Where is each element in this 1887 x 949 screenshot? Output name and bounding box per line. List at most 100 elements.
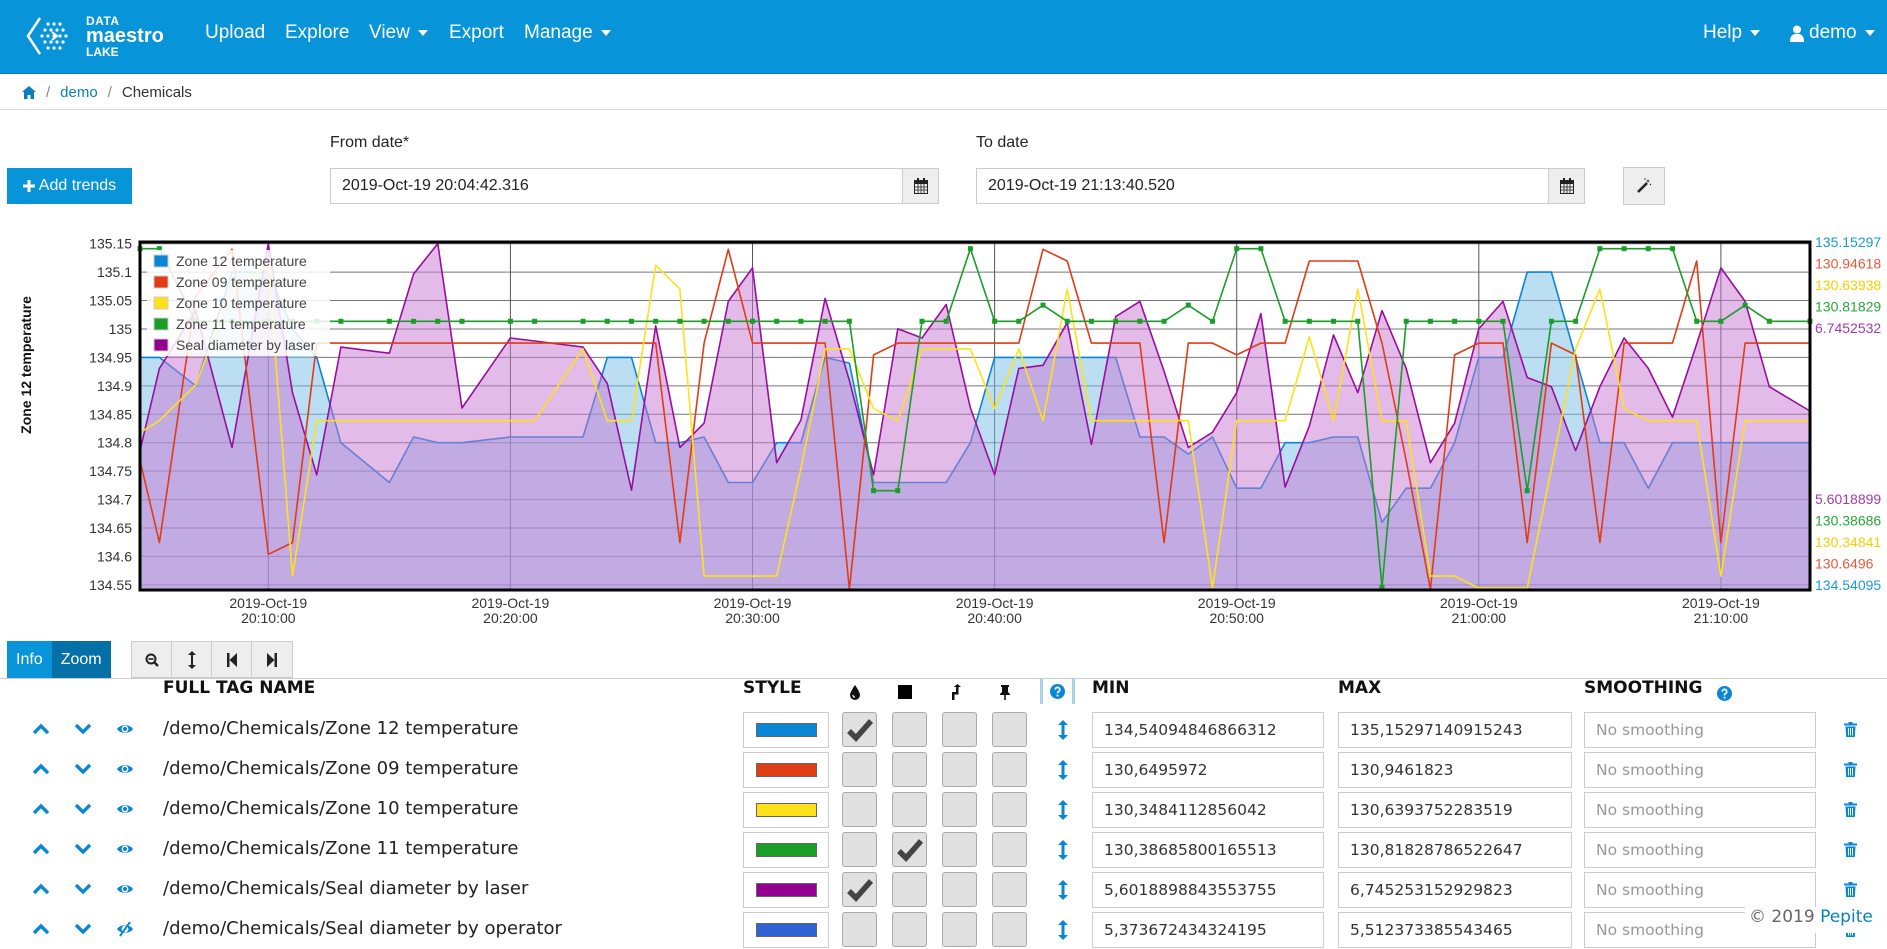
move-up-icon[interactable] <box>32 880 50 898</box>
area-checkbox[interactable] <box>892 712 927 747</box>
step-checkbox[interactable] <box>942 872 977 907</box>
step-backward-button[interactable] <box>212 642 252 677</box>
style-picker[interactable] <box>743 872 829 908</box>
area-checkbox[interactable] <box>892 912 927 947</box>
to-date-calendar-button[interactable] <box>1548 169 1584 203</box>
tag-name[interactable]: /demo/Chemicals/Seal diameter by laser <box>163 878 528 899</box>
style-picker[interactable] <box>743 712 829 748</box>
max-input[interactable] <box>1338 752 1572 788</box>
area-checkbox[interactable] <box>892 832 927 867</box>
nav-user-dropdown[interactable]: demo <box>1790 22 1875 44</box>
smoothing-input[interactable] <box>1584 792 1816 828</box>
tag-name[interactable]: /demo/Chemicals/Zone 11 temperature <box>163 838 518 859</box>
vertical-resize-icon[interactable] <box>1057 880 1069 900</box>
smoothing-input[interactable] <box>1584 712 1816 748</box>
fill-checkbox[interactable] <box>842 912 877 947</box>
pin-checkbox[interactable] <box>992 712 1027 747</box>
step-checkbox[interactable] <box>942 752 977 787</box>
fill-checkbox[interactable] <box>842 752 877 787</box>
tag-name[interactable]: /demo/Chemicals/Seal diameter by operato… <box>163 918 562 939</box>
move-down-icon[interactable] <box>74 760 92 778</box>
move-down-icon[interactable] <box>74 840 92 858</box>
min-input[interactable] <box>1092 752 1324 788</box>
min-input[interactable] <box>1092 792 1324 828</box>
tag-name[interactable]: /demo/Chemicals/Zone 10 temperature <box>163 798 518 819</box>
move-up-icon[interactable] <box>32 920 50 938</box>
nav-upload[interactable]: Upload <box>205 22 265 44</box>
eye-icon[interactable] <box>116 880 134 898</box>
min-input[interactable] <box>1092 872 1324 908</box>
smoothing-input[interactable] <box>1584 872 1816 908</box>
fill-checkbox[interactable] <box>842 832 877 867</box>
move-down-icon[interactable] <box>74 920 92 938</box>
pin-checkbox[interactable] <box>992 832 1027 867</box>
smoothing-input[interactable] <box>1584 832 1816 868</box>
step-forward-button[interactable] <box>252 642 292 677</box>
pin-checkbox[interactable] <box>992 752 1027 787</box>
max-input[interactable] <box>1338 792 1572 828</box>
eye-icon[interactable] <box>116 720 134 738</box>
tab-zoom[interactable]: Zoom <box>51 641 111 678</box>
eye-icon[interactable] <box>116 760 134 778</box>
tag-name[interactable]: /demo/Chemicals/Zone 09 temperature <box>163 758 518 779</box>
add-trends-button[interactable]: Add trends <box>7 168 132 204</box>
from-date-input[interactable] <box>331 169 902 203</box>
trash-icon[interactable] <box>1844 842 1857 857</box>
style-picker[interactable] <box>743 912 829 948</box>
app-logo[interactable]: DATA maestro LAKE <box>26 14 176 58</box>
tab-info[interactable]: Info <box>7 641 52 678</box>
vertical-resize-icon[interactable] <box>1057 720 1069 740</box>
min-input[interactable] <box>1092 912 1324 948</box>
breadcrumb-demo[interactable]: demo <box>60 84 98 101</box>
move-down-icon[interactable] <box>74 800 92 818</box>
step-checkbox[interactable] <box>942 712 977 747</box>
nav-help-dropdown[interactable]: Help <box>1703 22 1761 44</box>
smoothing-help-icon[interactable] <box>1717 686 1732 701</box>
footer-brand-link[interactable]: Pepite <box>1820 907 1873 927</box>
move-up-icon[interactable] <box>32 760 50 778</box>
pin-checkbox[interactable] <box>992 912 1027 947</box>
eye-icon[interactable] <box>116 840 134 858</box>
move-up-icon[interactable] <box>32 800 50 818</box>
fill-checkbox[interactable] <box>842 792 877 827</box>
vertical-resize-icon[interactable] <box>1057 920 1069 940</box>
move-down-icon[interactable] <box>74 880 92 898</box>
style-picker[interactable] <box>743 752 829 788</box>
question-circle-icon[interactable] <box>1050 683 1065 699</box>
move-down-icon[interactable] <box>74 720 92 738</box>
eye-icon[interactable] <box>116 800 134 818</box>
vertical-resize-icon[interactable] <box>1057 840 1069 860</box>
max-input[interactable] <box>1338 912 1572 948</box>
min-input[interactable] <box>1092 712 1324 748</box>
area-checkbox[interactable] <box>892 752 927 787</box>
vertical-resize-icon[interactable] <box>1057 800 1069 820</box>
trend-chart[interactable]: 135.15 135.1 135.05 135 134.95 134.9 134.85 134… <box>0 225 1887 630</box>
step-checkbox[interactable] <box>942 912 977 947</box>
step-checkbox[interactable] <box>942 792 977 827</box>
fill-checkbox[interactable] <box>842 712 877 747</box>
smoothing-input[interactable] <box>1584 752 1816 788</box>
nav-manage-dropdown[interactable]: Manage <box>524 22 611 44</box>
magic-wand-button[interactable] <box>1623 167 1665 205</box>
step-checkbox[interactable] <box>942 832 977 867</box>
trash-icon[interactable] <box>1844 762 1857 777</box>
home-icon[interactable] <box>22 85 36 99</box>
fill-checkbox[interactable] <box>842 872 877 907</box>
min-input[interactable] <box>1092 832 1324 868</box>
nav-explore[interactable]: Explore <box>285 22 349 44</box>
from-date-calendar-button[interactable] <box>902 169 938 203</box>
area-checkbox[interactable] <box>892 792 927 827</box>
area-checkbox[interactable] <box>892 872 927 907</box>
to-date-input[interactable] <box>977 169 1548 203</box>
nav-view-dropdown[interactable]: View <box>369 22 428 44</box>
eye-slash-icon[interactable] <box>116 920 134 938</box>
trash-icon[interactable] <box>1844 802 1857 817</box>
trend-chart-svg[interactable]: 135.15 135.1 135.05 135 134.95 134.9 134.85 134… <box>0 225 1887 630</box>
vertical-autoscale-button[interactable] <box>172 642 212 677</box>
vertical-resize-icon[interactable] <box>1057 760 1069 780</box>
style-picker[interactable] <box>743 832 829 868</box>
zoom-out-button[interactable] <box>132 642 172 677</box>
max-input[interactable] <box>1338 872 1572 908</box>
tag-name[interactable]: /demo/Chemicals/Zone 12 temperature <box>163 718 518 739</box>
nav-export[interactable]: Export <box>449 22 504 44</box>
